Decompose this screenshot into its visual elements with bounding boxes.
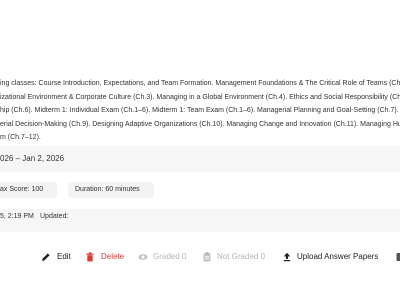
upload-label: Upload Answer Papers [297,252,379,261]
description-line: erial Decision-Making (Ch.9). Designing … [0,120,400,128]
max-score-badge: ax Score: 100 [0,182,57,198]
description-line: izational Environment & Corporate Cultur… [0,93,400,101]
action-bar: Edit Delete Graded 0 Not Graded 0 Upload… [0,250,400,264]
created-timestamp: 5, 2:19 PM [0,213,34,220]
more-icon [396,253,400,261]
description-line: m (Ch.7–12). [0,134,41,141]
trash-icon [86,252,94,262]
eye-icon [138,254,148,260]
description-line: hip (Ch.6). Midterm 1: Individual Exam (… [0,107,400,114]
pencil-icon [42,253,50,261]
upload-icon [283,252,291,262]
description-line: ing classes: Course Introduction, Expect… [0,80,400,87]
clipboard-icon [203,252,211,262]
updated-label: Updated: [40,213,69,220]
date-range: 026 – Jan 2, 2026 [0,154,65,163]
exam-description: ing classes: Course Introduction, Expect… [0,77,400,145]
delete-label: Delete [101,252,125,261]
graded-label: Graded 0 [153,252,187,261]
duration-badge: Duration: 60 minutes [68,182,154,198]
edit-label: Edit [57,252,71,261]
not-graded-label: Not Graded 0 [217,252,266,261]
